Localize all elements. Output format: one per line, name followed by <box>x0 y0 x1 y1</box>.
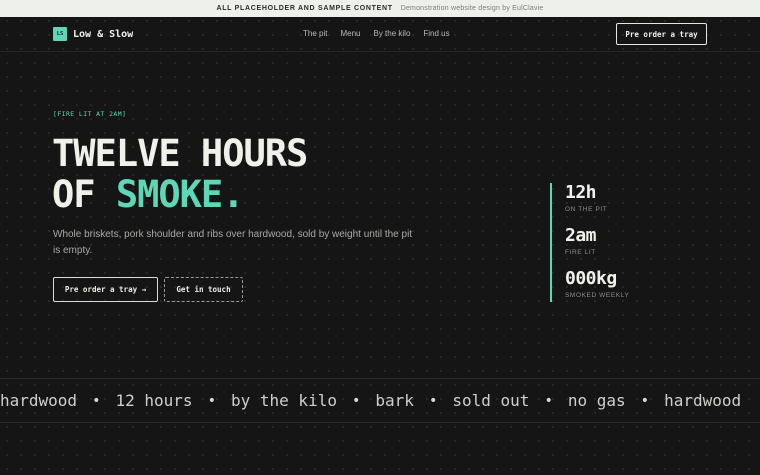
stat-label: SMOKED WEEKLY <box>565 292 630 299</box>
headline-line-1: TWELVE HOURS <box>52 132 308 175</box>
stat-weekly: 000kg SMOKED WEEKLY <box>565 268 630 300</box>
pre-order-tray-button[interactable]: Pre order a tray → <box>53 277 158 302</box>
stat-value: 000kg <box>565 268 617 289</box>
stat-label: FIRE LIT <box>565 249 596 256</box>
headline-period: . <box>222 173 244 216</box>
ticker-track: hardwood • 12 hours • by the kilo • bark • sold … <box>0 391 741 410</box>
stat-label: ON THE PIT <box>565 206 608 213</box>
ticker-item: bark <box>375 391 414 410</box>
brand-logo-link[interactable]: LS Low & Slow <box>53 27 133 41</box>
stat-value: 2am <box>565 225 597 246</box>
keyword-ticker: hardwood • 12 hours • by the kilo • bark • sold … <box>0 378 760 423</box>
stats-panel: 12h ON THE PIT 2am FIRE LIT 000kg SMOKED… <box>550 183 640 302</box>
ticker-item: sold out <box>452 391 530 410</box>
ticker-separator: • <box>428 392 438 409</box>
ticker-item: hardwood <box>0 391 78 410</box>
ticker-item: no gas <box>567 391 626 410</box>
ticker-separator: • <box>207 392 216 409</box>
ticker-separator: • <box>351 392 361 409</box>
demo-banner-primary: ALL PLACEHOLDER AND SAMPLE CONTENT <box>216 5 393 12</box>
ticker-item: hardwood <box>664 391 742 410</box>
nav-link-by-the-kilo[interactable]: By the kilo <box>373 29 410 38</box>
nav-link-find-us[interactable]: Find us <box>423 29 449 38</box>
get-in-touch-button[interactable]: Get in touch <box>164 277 243 302</box>
ticker-item: 12 hours <box>115 391 193 410</box>
demo-banner-secondary: Demonstration website design by EulClavi… <box>400 5 544 12</box>
nav-link-the-pit[interactable]: The pit <box>303 29 327 38</box>
main-nav: The pit Menu By the kilo Find us <box>303 29 450 38</box>
ticker-separator: • <box>92 392 101 409</box>
brand-name: Low & Slow <box>73 28 134 40</box>
headline-accent-word: SMOKE <box>115 173 223 216</box>
nav-link-menu[interactable]: Menu <box>340 29 360 38</box>
headline-line-2-prefix: OF <box>52 173 116 216</box>
ticker-item: by the kilo <box>231 391 337 410</box>
hero-headline: TWELVE HOURS OF SMOKE. <box>52 132 308 216</box>
stat-fire-lit: 2am FIRE LIT <box>565 225 597 257</box>
hero-eyebrow: [FIRE LIT AT 2AM] <box>53 110 127 118</box>
demo-banner: ALL PLACEHOLDER AND SAMPLE CONTENT Demon… <box>0 0 760 17</box>
ticker-separator: • <box>640 392 650 409</box>
stat-hours: 12h ON THE PIT <box>565 182 608 214</box>
stat-value: 12h <box>565 182 597 203</box>
hero-description: Whole briskets, pork shoulder and ribs o… <box>53 229 413 256</box>
logo-badge-icon: LS <box>53 27 67 41</box>
pre-order-header-button[interactable]: Pre order a tray <box>616 23 707 45</box>
site-header: LS Low & Slow The pit Menu By the kilo F… <box>0 17 760 52</box>
ticker-separator: • <box>544 392 553 409</box>
